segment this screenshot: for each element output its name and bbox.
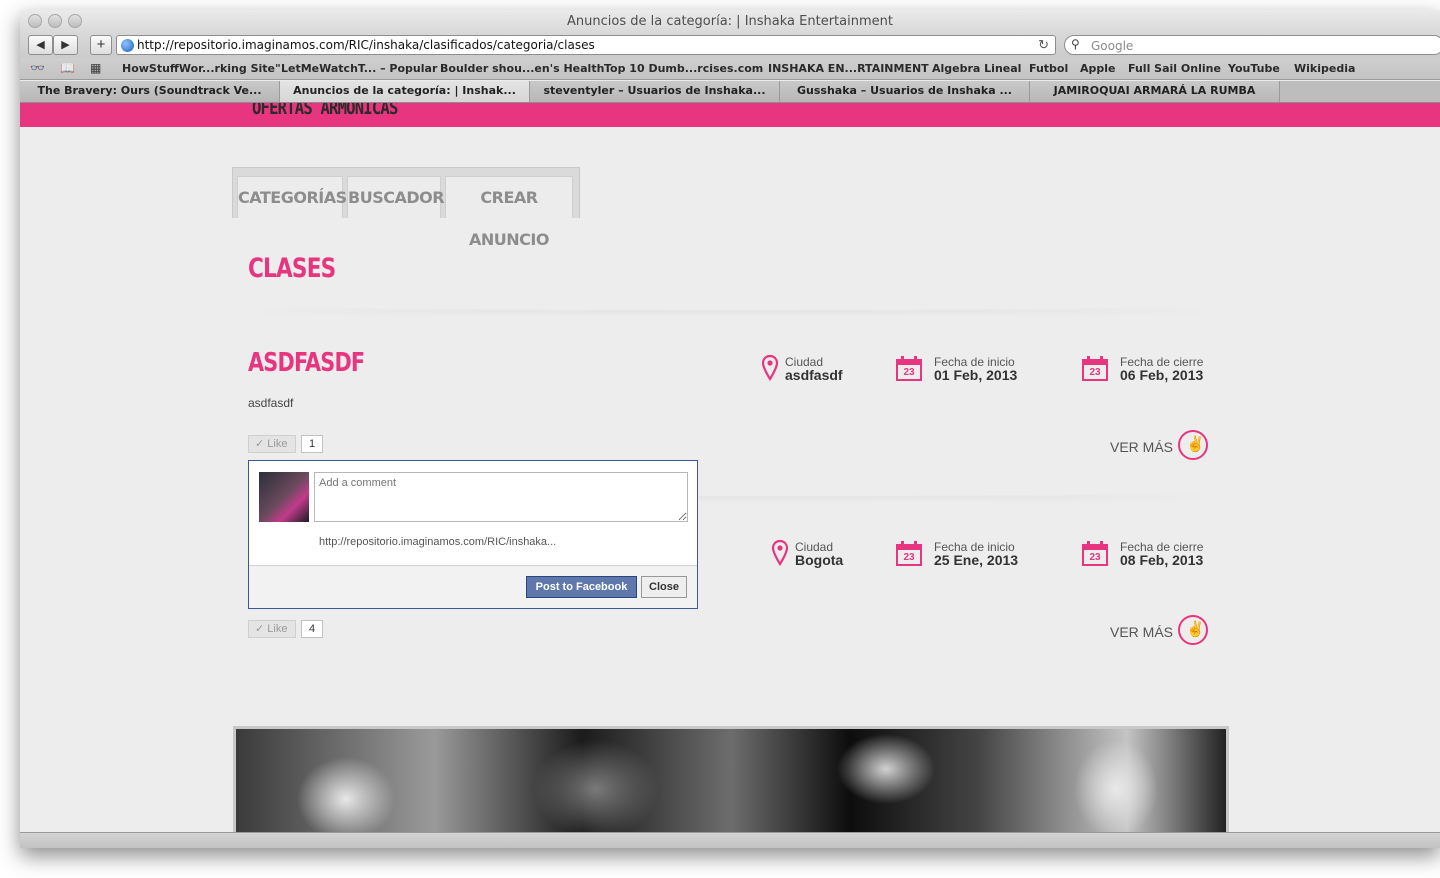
tab-anuncios[interactable]: Anuncios de la categoría: | Inshak... [280, 81, 530, 102]
search-placeholder[interactable]: Google [1091, 39, 1133, 53]
globe-icon [121, 39, 134, 52]
tab-gusshaka[interactable]: Gusshaka – Usuarios de Inshaka ... [780, 81, 1030, 102]
tab-the-bravery[interactable]: The Bravery: Ours (Soundtrack Ve... [20, 81, 280, 102]
back-button[interactable]: ◀ [28, 35, 53, 55]
browser-toolbar: ◀ ▶ + http://repositorio.imaginamos.com/… [20, 34, 1440, 58]
like-count: 4 [301, 620, 323, 638]
tab-crear-anuncio[interactable]: CREAR ANUNCIO [445, 176, 573, 249]
post-to-facebook-button[interactable]: Post to Facebook [526, 576, 637, 598]
like-label: Like [267, 438, 288, 450]
web-page: OFERTAS ARMÓNICAS CATEGORÍAS BUSCADOR CR… [20, 103, 1440, 832]
bookmark-item[interactable]: Algebra Lineal [932, 62, 1021, 75]
calendar-day: 23 [1089, 552, 1101, 563]
listing-description: asdfasdf [248, 396, 294, 410]
tab-steventyler[interactable]: steventyler – Usuarios de Inshaka... [530, 81, 780, 102]
reading-list-icon[interactable]: 👓 [30, 61, 45, 75]
bookmarks-book-icon[interactable]: 📖 [60, 61, 75, 75]
popup-footer: Post to Facebook Close [249, 565, 697, 608]
top-sites-grid-icon[interactable]: ▦ [90, 61, 101, 75]
like-button[interactable]: ✓ Like [248, 620, 296, 638]
tab-categorias[interactable]: CATEGORÍAS [237, 176, 347, 218]
end-date-value: 06 Feb, 2013 [1120, 367, 1204, 383]
bookmark-item[interactable]: HowStuffWor...rking Site" [122, 62, 281, 75]
bookmark-item[interactable]: INSHAKA EN...RTAINMENT [768, 62, 929, 75]
calendar-day: 23 [903, 367, 915, 378]
location-pin-icon [762, 355, 778, 381]
start-date-value: 25 Ene, 2013 [934, 552, 1019, 568]
section-title: OFERTAS ARMÓNICAS [252, 103, 398, 119]
city-value: Bogota [795, 552, 844, 568]
close-button[interactable]: Close [641, 576, 687, 598]
bookmark-item[interactable]: Apple [1080, 62, 1116, 75]
calendar-icon: 23 [896, 356, 922, 382]
bookmark-item[interactable]: Top 10 Dumb...rcises.com [604, 62, 763, 75]
search-field[interactable]: ⚲ Google [1064, 35, 1440, 55]
ver-mas-link[interactable]: VER MÁS [1110, 439, 1173, 455]
calendar-day: 23 [903, 552, 915, 563]
section-divider [256, 300, 1208, 310]
bookmark-item[interactable]: Boulder shou...en's Health [440, 62, 604, 75]
category-title: CLASES [248, 253, 336, 284]
end-date-value: 08 Feb, 2013 [1120, 552, 1204, 568]
banner-photo [236, 729, 1226, 832]
listing-title[interactable]: ASDFASDF [248, 348, 365, 378]
check-icon: ✓ [255, 438, 265, 450]
musicians-banner-image [233, 726, 1229, 832]
tab-buscador[interactable]: BUSCADOR [347, 176, 445, 218]
start-date-value: 01 Feb, 2013 [934, 367, 1018, 383]
bookmark-item[interactable]: Wikipedia [1294, 62, 1355, 75]
reload-icon[interactable]: ↻ [1038, 37, 1049, 53]
bookmark-item[interactable]: Futbol [1029, 62, 1068, 75]
avatar [259, 472, 309, 522]
tab-jamiroquai[interactable]: JAMIROQUAI ARMARÁ LA RUMBA [1030, 81, 1280, 102]
bookmark-item[interactable]: Full Sail Online [1128, 62, 1221, 75]
bookmarks-bar: 👓 📖 ▦ HowStuffWor...rking Site" LetMeWat… [20, 58, 1440, 80]
browser-window: Anuncios de la categoría: | Inshaka Ente… [20, 10, 1440, 848]
like-label: Like [267, 623, 288, 635]
bookmark-item[interactable]: YouTube [1228, 62, 1280, 75]
tab-bar: The Bravery: Ours (Soundtrack Ve... Anun… [20, 81, 1440, 103]
title-bar: Anuncios de la categoría: | Inshaka Ente… [20, 10, 1440, 34]
ver-mas-link[interactable]: VER MÁS [1110, 624, 1173, 640]
forward-button[interactable]: ▶ [53, 35, 78, 55]
rock-hand-icon[interactable]: ✌ [1178, 615, 1208, 645]
comment-input[interactable] [314, 472, 688, 522]
rock-hand-icon[interactable]: ✌ [1178, 430, 1208, 460]
calendar-day: 23 [1089, 367, 1101, 378]
add-bookmark-button[interactable]: + [90, 35, 112, 55]
window-title: Anuncios de la categoría: | Inshaka Ente… [567, 14, 893, 29]
calendar-icon: 23 [896, 541, 922, 567]
address-bar[interactable]: http://repositorio.imaginamos.com/RIC/in… [116, 35, 1056, 55]
city-value: asdfasdf [785, 367, 843, 383]
shared-url: http://repositorio.imaginamos.com/RIC/in… [319, 536, 557, 548]
status-bar [20, 832, 1440, 848]
location-pin-icon [772, 540, 788, 566]
header-bar: OFERTAS ARMÓNICAS [20, 103, 1440, 127]
facebook-comment-popup: http://repositorio.imaginamos.com/RIC/in… [248, 460, 698, 609]
calendar-icon: 23 [1082, 541, 1108, 567]
like-count: 1 [301, 435, 323, 453]
bookmark-item[interactable]: LetMeWatchT... – Popular [281, 62, 437, 75]
calendar-icon: 23 [1082, 356, 1108, 382]
search-icon[interactable]: ⚲ [1071, 37, 1080, 51]
page-nav-tabs: CATEGORÍAS BUSCADOR CREAR ANUNCIO [232, 167, 580, 249]
address-text[interactable]: http://repositorio.imaginamos.com/RIC/in… [137, 38, 595, 52]
check-icon: ✓ [255, 623, 265, 635]
like-button[interactable]: ✓ Like [248, 435, 296, 453]
